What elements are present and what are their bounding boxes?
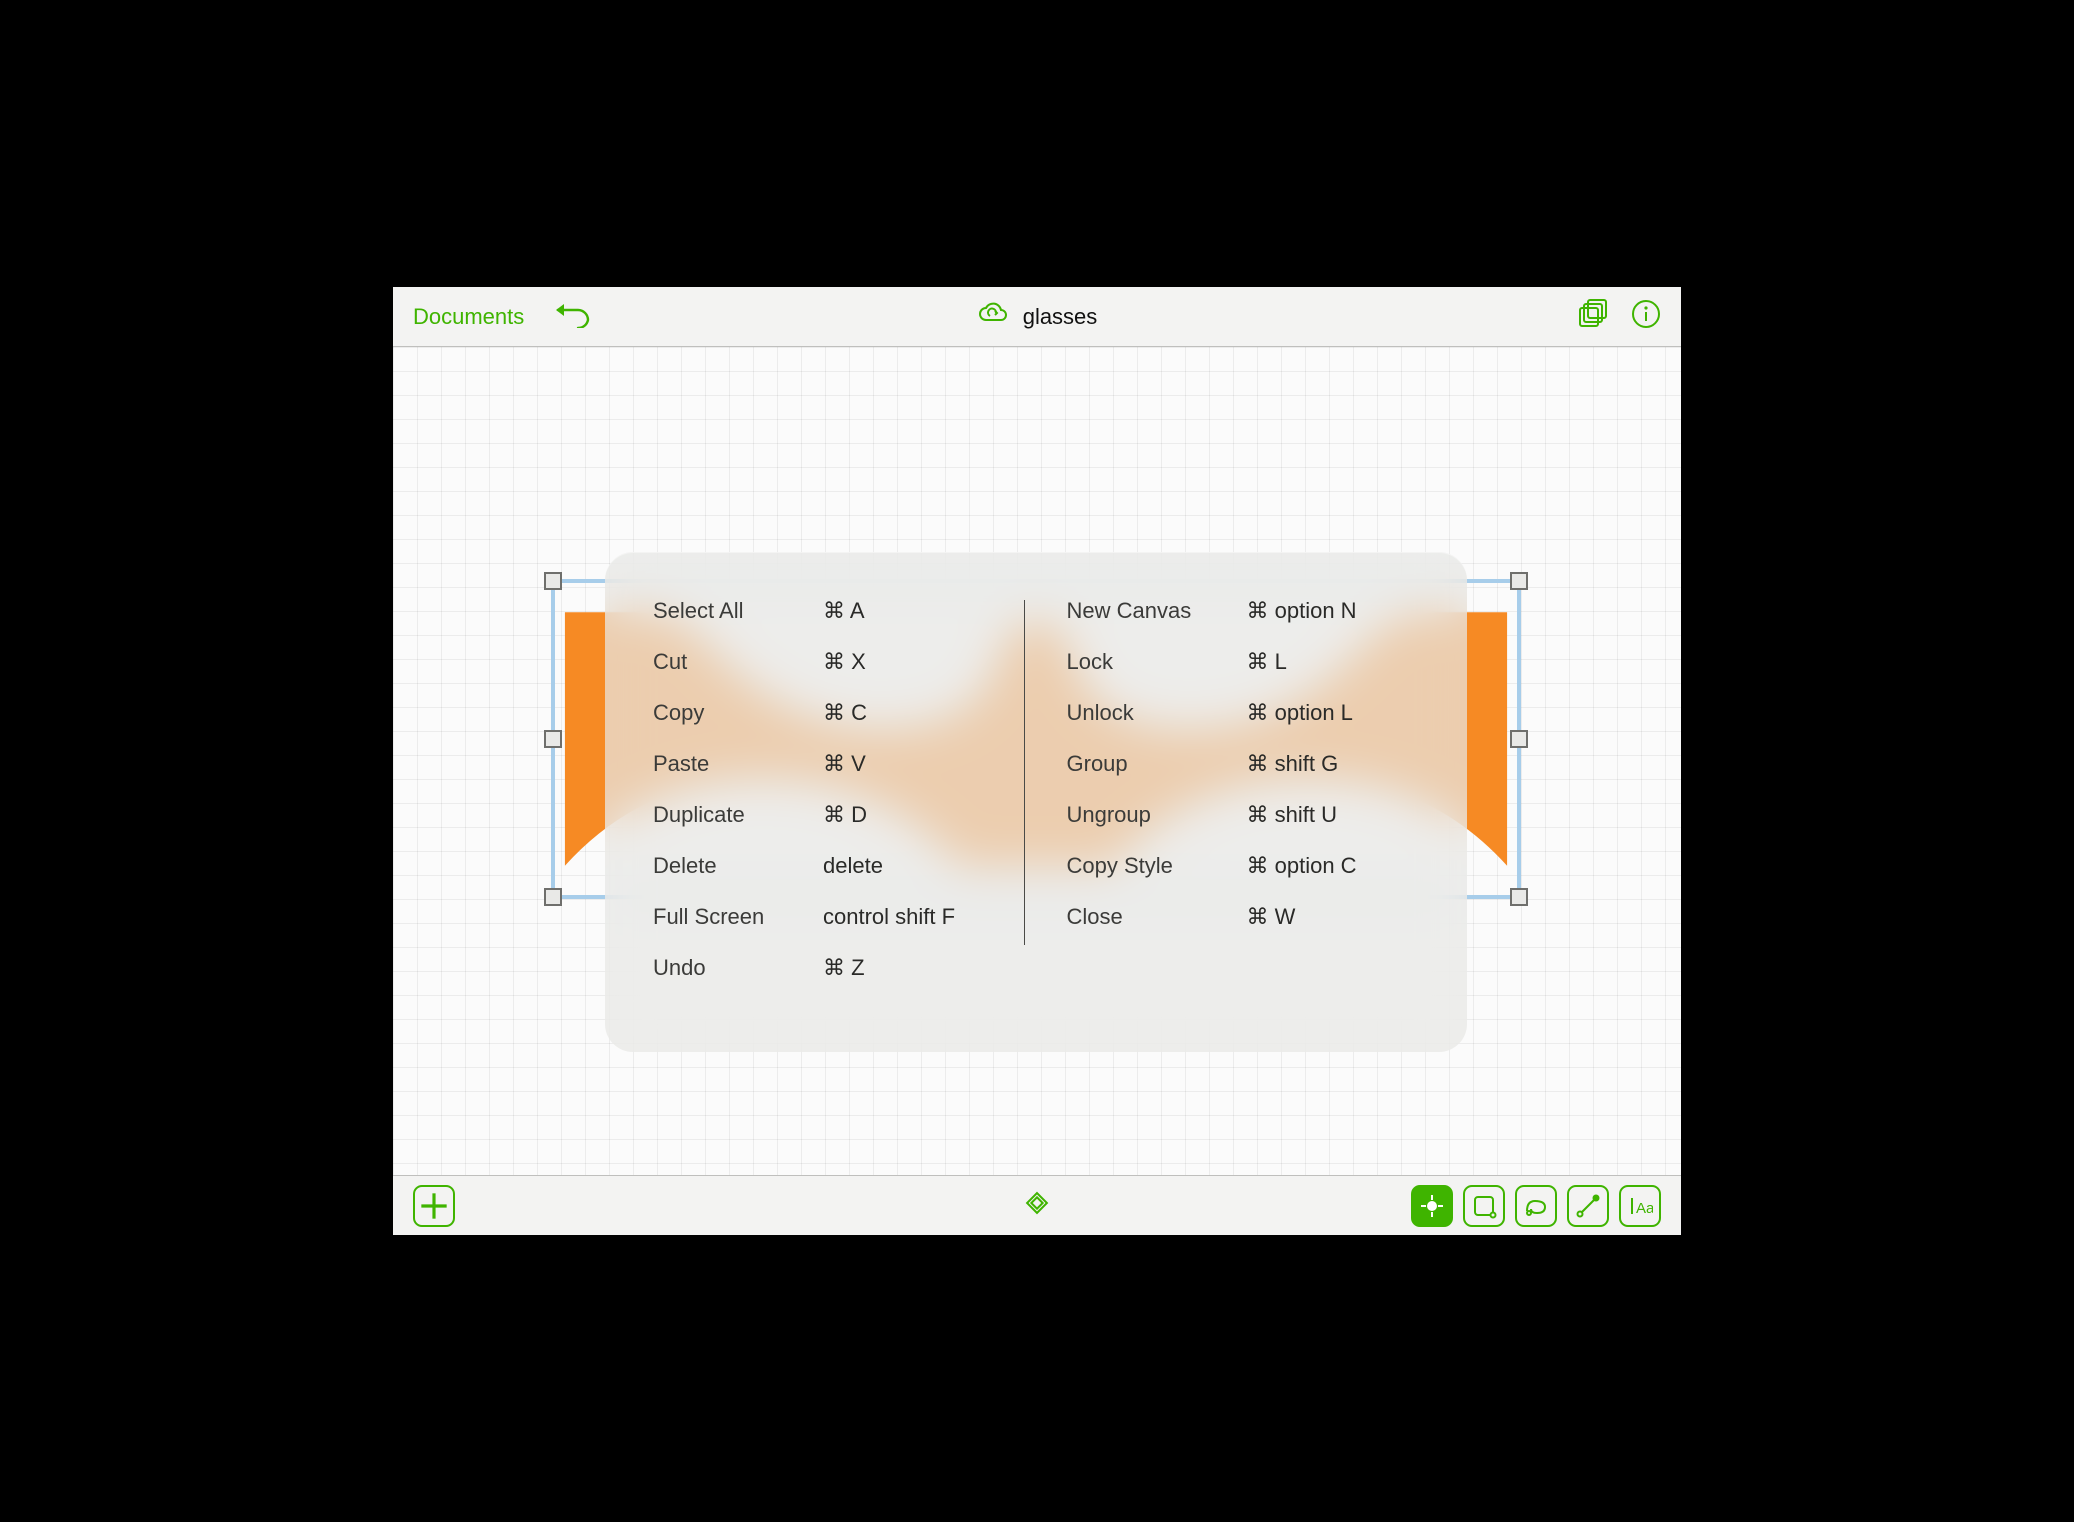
- shortcut-row: Duplicate⌘ D: [653, 802, 1006, 828]
- shortcut-label: Unlock: [1067, 700, 1247, 726]
- selection-tool-button[interactable]: [1411, 1185, 1453, 1227]
- shortcut-keys: ⌘ C: [823, 700, 867, 726]
- shortcut-row: Paste⌘ V: [653, 751, 1006, 777]
- shortcut-label: Copy: [653, 700, 823, 726]
- shortcut-row: Copy⌘ C: [653, 700, 1006, 726]
- keyboard-shortcuts-overlay: Select All⌘ A Cut⌘ X Copy⌘ C Paste⌘ V Du…: [605, 552, 1467, 1052]
- shortcut-label: Paste: [653, 751, 823, 777]
- shortcut-row: Cut⌘ X: [653, 649, 1006, 675]
- resize-handle-top-left[interactable]: [544, 572, 562, 590]
- documents-button[interactable]: Documents: [413, 304, 524, 330]
- shortcut-label: Undo: [653, 955, 823, 981]
- canvases-icon[interactable]: [1577, 299, 1607, 334]
- document-title: glasses: [1023, 304, 1098, 330]
- shortcut-keys: ⌘ D: [823, 802, 867, 828]
- cloud-sync-icon[interactable]: [977, 300, 1009, 333]
- svg-text:Aa: Aa: [1636, 1200, 1653, 1217]
- resize-handle-mid-right[interactable]: [1510, 730, 1528, 748]
- shortcut-keys: ⌘ option L: [1247, 700, 1353, 726]
- shortcut-row: Group⌘ shift G: [1067, 751, 1420, 777]
- bottom-toolbar: Aa: [393, 1175, 1681, 1235]
- shortcut-row: Ungroup⌘ shift U: [1067, 802, 1420, 828]
- shortcut-keys: ⌘ shift U: [1247, 802, 1337, 828]
- resize-handle-mid-left[interactable]: [544, 730, 562, 748]
- resize-handle-bottom-left[interactable]: [544, 888, 562, 906]
- shortcut-keys: ⌘ Z: [823, 955, 865, 981]
- shortcut-keys: ⌘ option C: [1247, 853, 1357, 879]
- text-tool-button[interactable]: Aa: [1619, 1185, 1661, 1227]
- shortcut-row: Unlock⌘ option L: [1067, 700, 1420, 726]
- add-button[interactable]: [413, 1185, 455, 1227]
- shortcut-row: New Canvas⌘ option N: [1067, 598, 1420, 624]
- top-toolbar: Documents glasses: [393, 287, 1681, 347]
- shortcut-keys: ⌘ option N: [1247, 598, 1357, 624]
- shortcut-keys: ⌘ V: [823, 751, 866, 777]
- line-tool-button[interactable]: [1567, 1185, 1609, 1227]
- shortcut-row: Deletedelete: [653, 853, 1006, 879]
- shortcut-row: Lock⌘ L: [1067, 649, 1420, 675]
- shortcuts-column-left: Select All⌘ A Cut⌘ X Copy⌘ C Paste⌘ V Du…: [653, 598, 1024, 1012]
- shortcut-label: Select All: [653, 598, 823, 624]
- undo-icon[interactable]: [552, 300, 592, 333]
- shortcut-label: Lock: [1067, 649, 1247, 675]
- shortcut-row: Copy Style⌘ option C: [1067, 853, 1420, 879]
- shortcut-row: Full Screencontrol shift F: [653, 904, 1006, 930]
- rectangle-tool-button[interactable]: [1463, 1185, 1505, 1227]
- shortcut-keys: ⌘ W: [1247, 904, 1296, 930]
- shortcut-keys: control shift F: [823, 904, 955, 930]
- shortcut-label: Close: [1067, 904, 1247, 930]
- shortcut-row: Select All⌘ A: [653, 598, 1006, 624]
- shortcut-row: Undo⌘ Z: [653, 955, 1006, 981]
- shortcut-row: Close⌘ W: [1067, 904, 1420, 930]
- shortcut-label: Copy Style: [1067, 853, 1247, 879]
- shortcut-keys: ⌘ shift G: [1247, 751, 1339, 777]
- shortcut-label: Full Screen: [653, 904, 823, 930]
- shortcut-keys: ⌘ X: [823, 649, 866, 675]
- shortcut-label: New Canvas: [1067, 598, 1247, 624]
- shortcut-label: Ungroup: [1067, 802, 1247, 828]
- shortcut-label: Cut: [653, 649, 823, 675]
- app-window: Documents glasses: [393, 287, 1681, 1235]
- shortcut-keys: ⌘ L: [1247, 649, 1287, 675]
- diamond-icon[interactable]: [1024, 1190, 1050, 1221]
- shortcuts-column-right: New Canvas⌘ option N Lock⌘ L Unlock⌘ opt…: [1025, 598, 1420, 1012]
- info-icon[interactable]: [1631, 299, 1661, 334]
- freehand-tool-button[interactable]: [1515, 1185, 1557, 1227]
- shortcut-keys: ⌘ A: [823, 598, 865, 624]
- resize-handle-top-right[interactable]: [1510, 572, 1528, 590]
- shortcut-keys: delete: [823, 853, 883, 879]
- canvas[interactable]: Select All⌘ A Cut⌘ X Copy⌘ C Paste⌘ V Du…: [393, 347, 1681, 1175]
- shortcut-label: Delete: [653, 853, 823, 879]
- shortcut-label: Duplicate: [653, 802, 823, 828]
- resize-handle-bottom-right[interactable]: [1510, 888, 1528, 906]
- shortcut-label: Group: [1067, 751, 1247, 777]
